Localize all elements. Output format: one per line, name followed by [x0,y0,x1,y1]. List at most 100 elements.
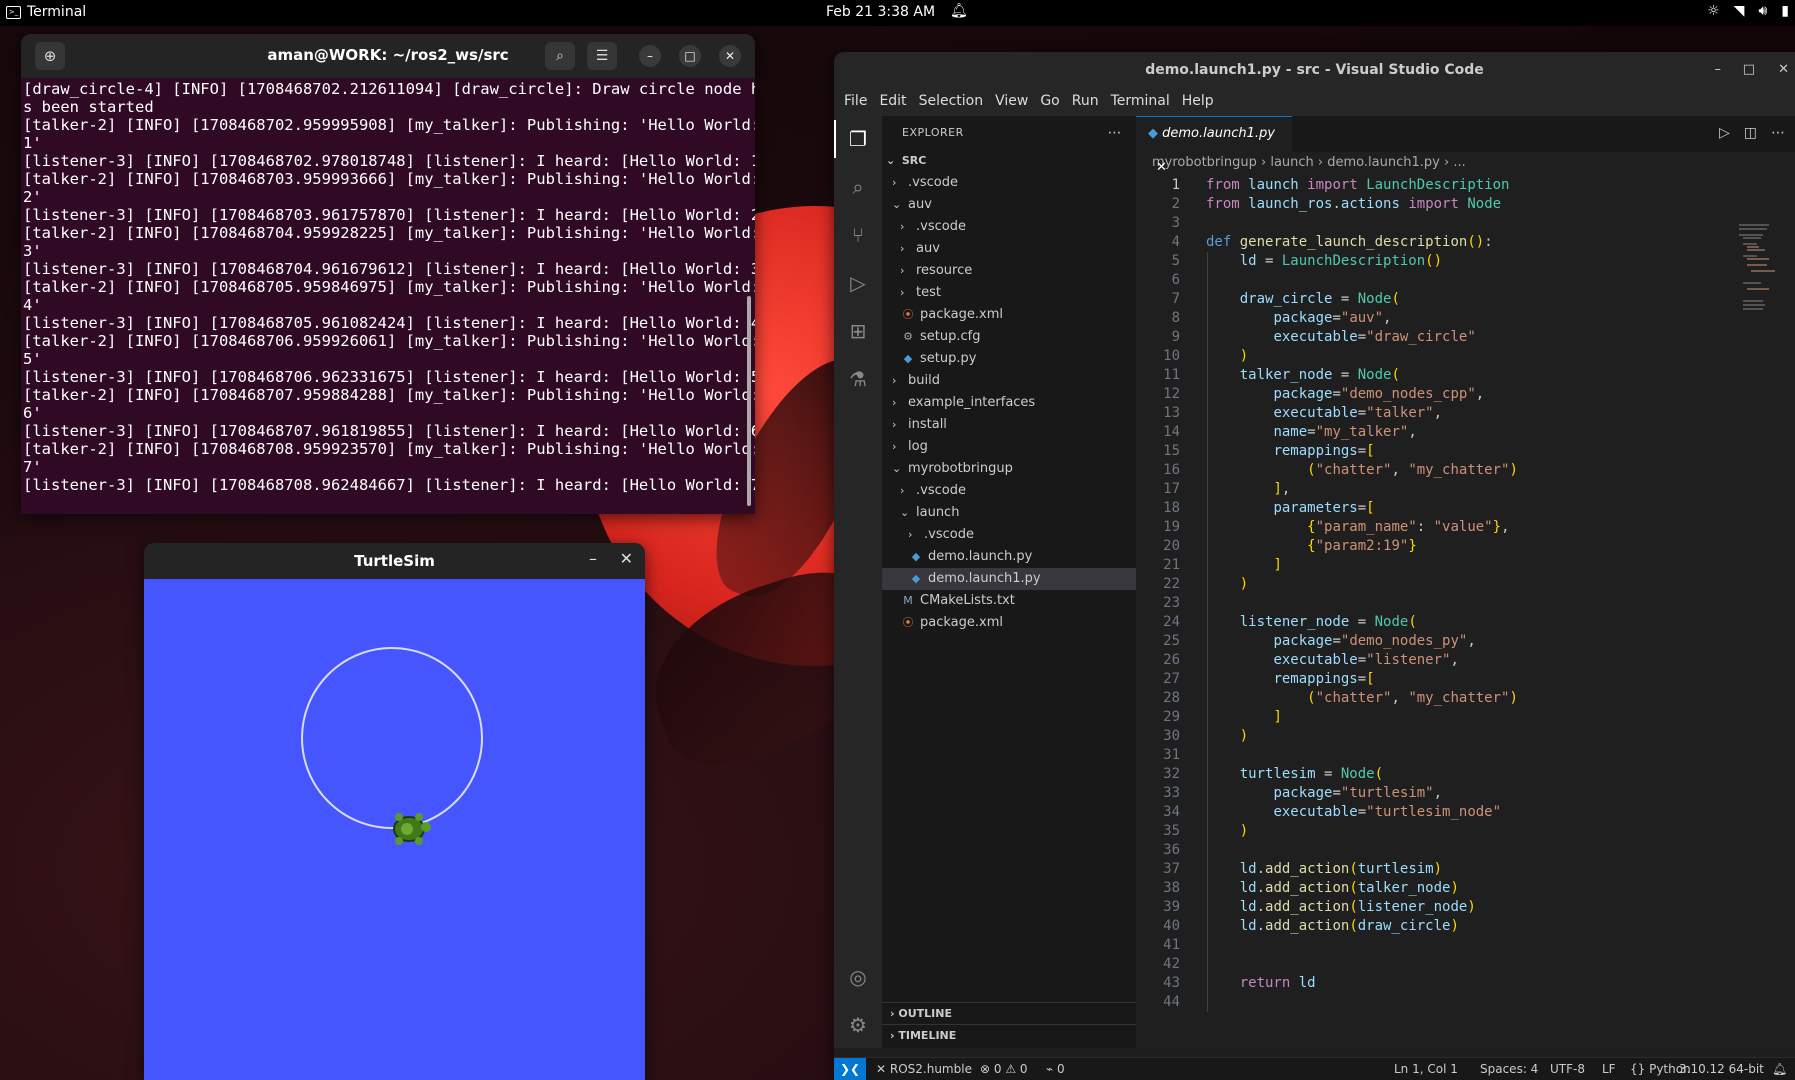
terminal-header-bar[interactable]: ⊕ aman@WORK: ~/ros2_ws/src ⌕ ☰ – □ ✕ [21,34,755,78]
tree-item-label: package.xml [920,615,1003,630]
more-actions-icon[interactable]: ⋯ [1108,116,1123,150]
tree-item[interactable]: ⦿ package.xml [882,304,1136,326]
close-button[interactable]: ✕ [719,45,741,67]
maximize-button[interactable]: □ [679,45,701,67]
problems-status[interactable]: ⊗ 0 ⚠ 0 [980,1058,1028,1080]
indentation[interactable]: Spaces: 4 [1480,1058,1538,1080]
menu-item[interactable]: Terminal [1105,90,1176,116]
breadcrumb-item[interactable]: demo.launch1.py [1327,155,1440,170]
tree-item[interactable]: › resource [882,260,1136,282]
tree-item[interactable]: ◆ demo.launch1.py [882,568,1136,590]
menu-bar: File Edit Selection View Go Run Terminal Help [834,90,1795,116]
tree-item[interactable]: ⚙ setup.cfg [882,326,1136,348]
tab-demo-launch1[interactable]: ◆ demo.launch1.py ✕ [1136,116,1292,175]
minimap[interactable] [1739,224,1779,314]
menu-item[interactable]: Run [1066,90,1105,116]
tree-item-label: resource [916,263,973,278]
tree-item[interactable]: › .vscode [882,216,1136,238]
tree-item[interactable]: M CMakeLists.txt [882,590,1136,612]
code-line: 12 package="demo_nodes_cpp", [1136,385,1795,404]
tree-item[interactable]: ⌄ auv [882,194,1136,216]
ros-status[interactable]: ✕ ROS2.humble [876,1058,972,1080]
turtle-icon [393,813,431,845]
tree-item[interactable]: › .vscode [882,524,1136,546]
line-number: 24 [1163,614,1180,630]
tree-item[interactable]: › install [882,414,1136,436]
remote-indicator-icon[interactable]: ❯❮ [834,1058,866,1080]
menu-item[interactable]: View [989,90,1034,116]
explorer-files-icon[interactable]: ❐ [834,120,871,158]
minimize-button[interactable]: – [1715,62,1722,77]
clock[interactable]: Feb 21 3:38 AM [826,4,935,20]
more-actions-icon[interactable]: ⋯ [1771,125,1785,141]
minimize-button[interactable]: – [589,549,597,568]
notifications-bell-icon[interactable]: 🔔︎ [1772,1058,1787,1080]
line-number: 38 [1163,880,1180,896]
tree-item[interactable]: › test [882,282,1136,304]
minimize-button[interactable]: – [639,45,661,67]
code-text: from launch_ros.actions import Node [1206,196,1502,212]
close-button[interactable]: ✕ [620,549,633,568]
close-button[interactable]: ✕ [1778,62,1789,77]
encoding[interactable]: UTF-8 [1550,1058,1585,1080]
tree-item[interactable]: ⌄ myrobotbringup [882,458,1136,480]
testing-flask-icon[interactable]: ⚗ [845,366,871,392]
tree-item[interactable]: › .vscode [882,480,1136,502]
tree-item[interactable]: › example_interfaces [882,392,1136,414]
python-interpreter[interactable]: 3.10.12 64-bit [1679,1058,1764,1080]
system-tray[interactable]: ☼ ◥ 🔊︎ ▮ [1707,3,1789,19]
search-icon[interactable]: ⌕ [845,174,871,200]
code-text: package="auv", [1273,310,1392,326]
outline-panel-header[interactable]: › OUTLINE [882,1002,1136,1024]
tree-item[interactable]: ◆ demo.launch.py [882,546,1136,568]
notification-bell-icon[interactable]: 🔔︎ [950,3,968,19]
tree-item[interactable]: › log [882,436,1136,458]
line-number: 5 [1171,253,1180,269]
line-ending[interactable]: LF [1602,1058,1616,1080]
line-number: 39 [1163,899,1180,915]
editor-actions: ▷ ◫ ⋯ [1719,125,1785,141]
turtlesim-header-bar[interactable]: TurtleSim – ✕ [144,543,645,579]
tree-item[interactable]: ◆ setup.py [882,348,1136,370]
line-number: 43 [1163,975,1180,991]
ports-status[interactable]: ⌁ 0 [1046,1058,1065,1080]
tree-item-label: auv [916,241,940,256]
menu-item[interactable]: File [838,90,873,116]
tree-item[interactable]: ⦿ package.xml [882,612,1136,634]
breadcrumb-item[interactable]: launch [1270,155,1313,170]
terminal-scrollbar[interactable] [747,296,751,506]
menu-item[interactable]: Selection [913,90,990,116]
workspace-root[interactable]: ⌄ SRC [882,150,1136,172]
tree-item[interactable]: ⌄ launch [882,502,1136,524]
run-file-icon[interactable]: ▷ [1719,125,1730,141]
menu-item[interactable]: Help [1176,90,1220,116]
run-debug-icon[interactable]: ▷ [845,270,871,296]
line-number: 10 [1163,348,1180,364]
timeline-panel-header[interactable]: › TIMELINE [882,1024,1136,1046]
vscode-title-bar[interactable]: demo.launch1.py - src - Visual Studio Co… [834,52,1795,90]
active-app-name: Terminal [27,4,87,20]
tree-item[interactable]: › build [882,370,1136,392]
split-editor-icon[interactable]: ◫ [1744,125,1757,141]
breadcrumb-item[interactable]: ... [1453,155,1465,170]
search-button[interactable]: ⌕ [545,42,575,70]
tree-item[interactable]: › .vscode [882,172,1136,194]
code-line: 30 ) [1136,727,1795,746]
activities-app-menu[interactable]: >_ Terminal [6,4,86,20]
extensions-icon[interactable]: ⊞ [845,318,871,344]
account-icon[interactable]: ◎ [845,964,871,990]
tree-item[interactable]: › auv [882,238,1136,260]
settings-gear-icon[interactable]: ⚙ [845,1012,871,1038]
code-editor[interactable]: 1 from launch import LaunchDescription 2 fr… [1136,176,1795,1012]
terminal-output[interactable]: [draw_circle-4] [INFO] [1708468702.21261… [21,78,755,494]
breadcrumb-item[interactable]: myrobotbringup [1152,155,1257,170]
code-text: ] [1273,709,1282,725]
cursor-position[interactable]: Ln 1, Col 1 [1394,1058,1458,1080]
close-tab-icon[interactable]: ✕ [1156,160,1167,175]
maximize-button[interactable]: □ [1743,62,1755,77]
turtlesim-canvas[interactable] [144,579,645,1080]
menu-button[interactable]: ☰ [587,42,617,70]
menu-item[interactable]: Go [1034,90,1065,116]
menu-item[interactable]: Edit [873,90,912,116]
source-control-icon[interactable]: ⑂ [845,222,871,248]
